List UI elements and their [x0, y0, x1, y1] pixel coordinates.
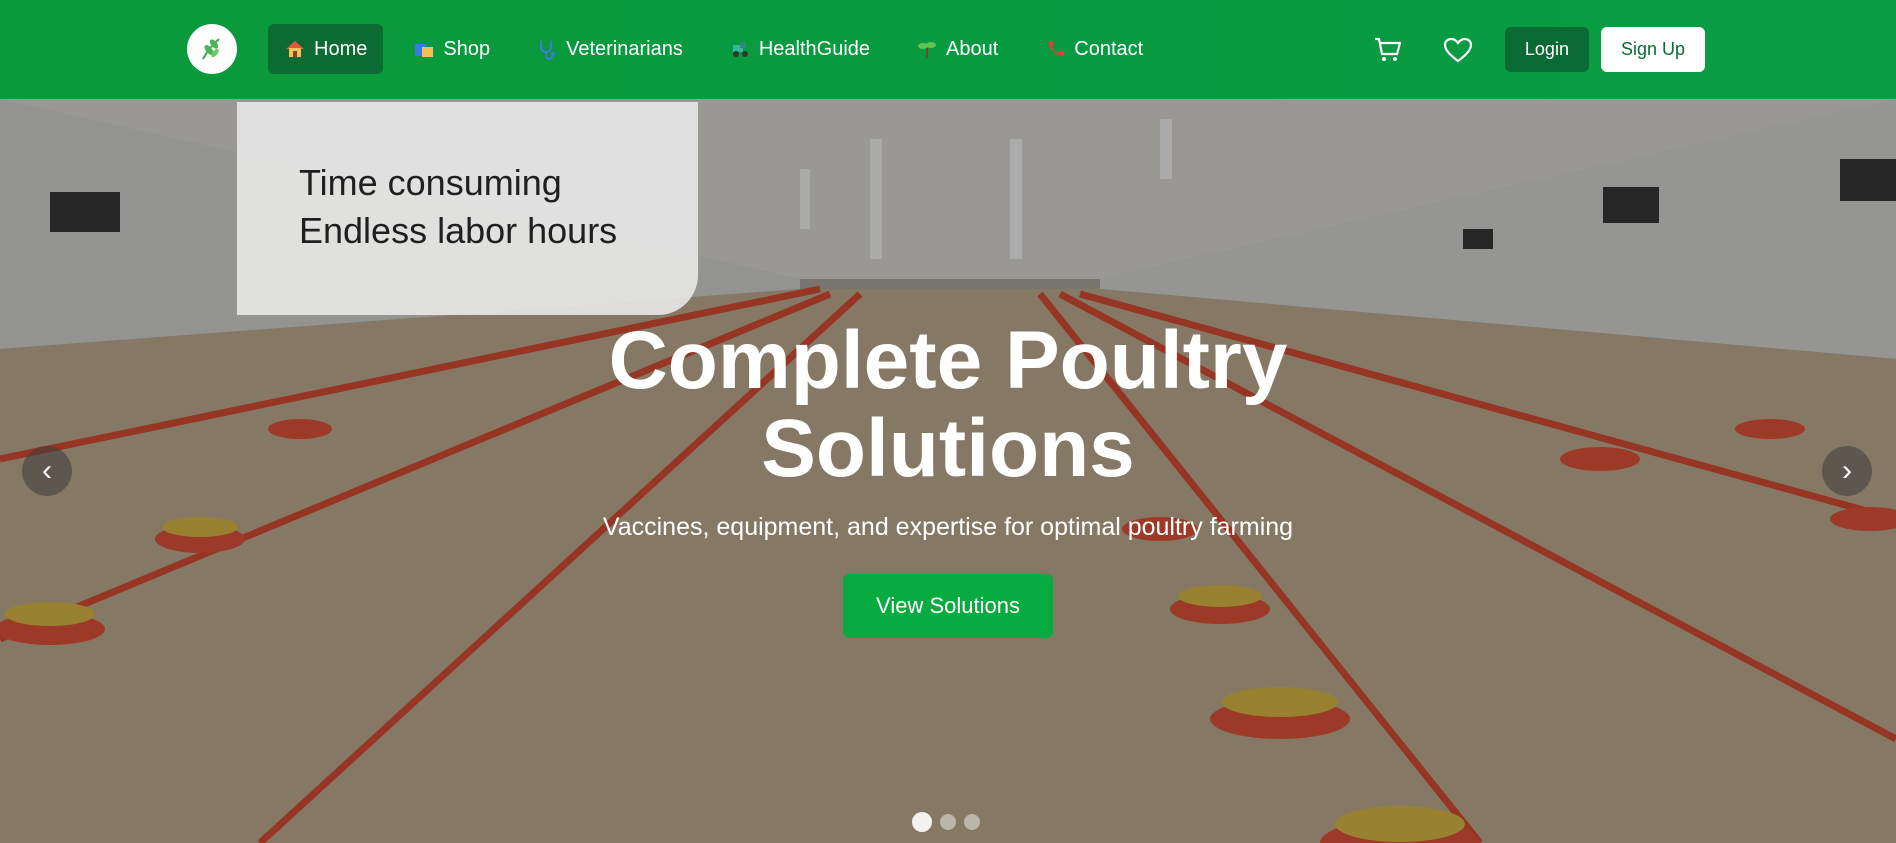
nav-item-label: About	[946, 37, 999, 60]
carousel-next-button[interactable]: ›	[1822, 446, 1872, 496]
promo-line-2: Endless labor hours	[299, 210, 618, 251]
nav-item-label: Veterinarians	[566, 37, 683, 60]
leaf-icon	[202, 38, 220, 60]
cart-button[interactable]	[1365, 27, 1411, 72]
nav-item-home[interactable]: Home	[268, 24, 384, 74]
promo-line-1: Time consuming	[299, 162, 562, 203]
seedling-icon	[916, 38, 938, 60]
brand-logo[interactable]	[187, 24, 237, 74]
hero-subtitle: Vaccines, equipment, and expertise for o…	[602, 513, 1294, 541]
cart-icon	[1374, 37, 1402, 61]
nav-links: Home Shop Veterinarians HealthGuide Abou…	[268, 24, 1173, 74]
nav-item-label: HealthGuide	[758, 37, 871, 60]
carousel-dot-2[interactable]	[940, 814, 956, 830]
carousel-prev-button[interactable]: ‹	[22, 446, 72, 496]
view-solutions-button[interactable]: View Solutions	[843, 574, 1053, 638]
nav-item-label: Shop	[443, 37, 491, 60]
heart-icon	[1443, 37, 1473, 62]
top-navbar: Home Shop Veterinarians HealthGuide Abou…	[0, 0, 1896, 99]
wishlist-button[interactable]	[1435, 27, 1481, 72]
nav-item-label: Home	[314, 37, 368, 60]
nav-actions: Login Sign Up	[1365, 27, 1705, 72]
carousel-dot-1[interactable]	[912, 812, 932, 832]
signup-button[interactable]: Sign Up	[1600, 27, 1705, 72]
hero-carousel: Time consuming Endless labor hours Compl…	[0, 99, 1896, 843]
nav-item-about[interactable]: About	[900, 24, 1014, 74]
hero-title-line-2: Solutions	[761, 403, 1135, 494]
tractor-icon	[729, 38, 751, 60]
carousel-dot-3[interactable]	[964, 814, 980, 830]
nav-item-healthguide[interactable]: HealthGuide	[713, 24, 886, 74]
hero-title: Complete Poultry Solutions	[0, 317, 1896, 493]
nav-item-label: Contact	[1074, 37, 1144, 60]
stethoscope-icon	[536, 38, 558, 60]
nav-item-veterinarians[interactable]: Veterinarians	[520, 24, 699, 74]
hero-title-line-1: Complete Poultry	[608, 315, 1288, 406]
login-button[interactable]: Login	[1504, 27, 1589, 72]
house-icon	[284, 38, 306, 60]
nav-item-shop[interactable]: Shop	[397, 24, 506, 74]
shop-icon	[413, 38, 435, 60]
promo-card: Time consuming Endless labor hours	[237, 102, 698, 315]
phone-icon	[1044, 38, 1066, 60]
nav-item-contact[interactable]: Contact	[1028, 24, 1159, 74]
carousel-indicators	[912, 812, 980, 832]
